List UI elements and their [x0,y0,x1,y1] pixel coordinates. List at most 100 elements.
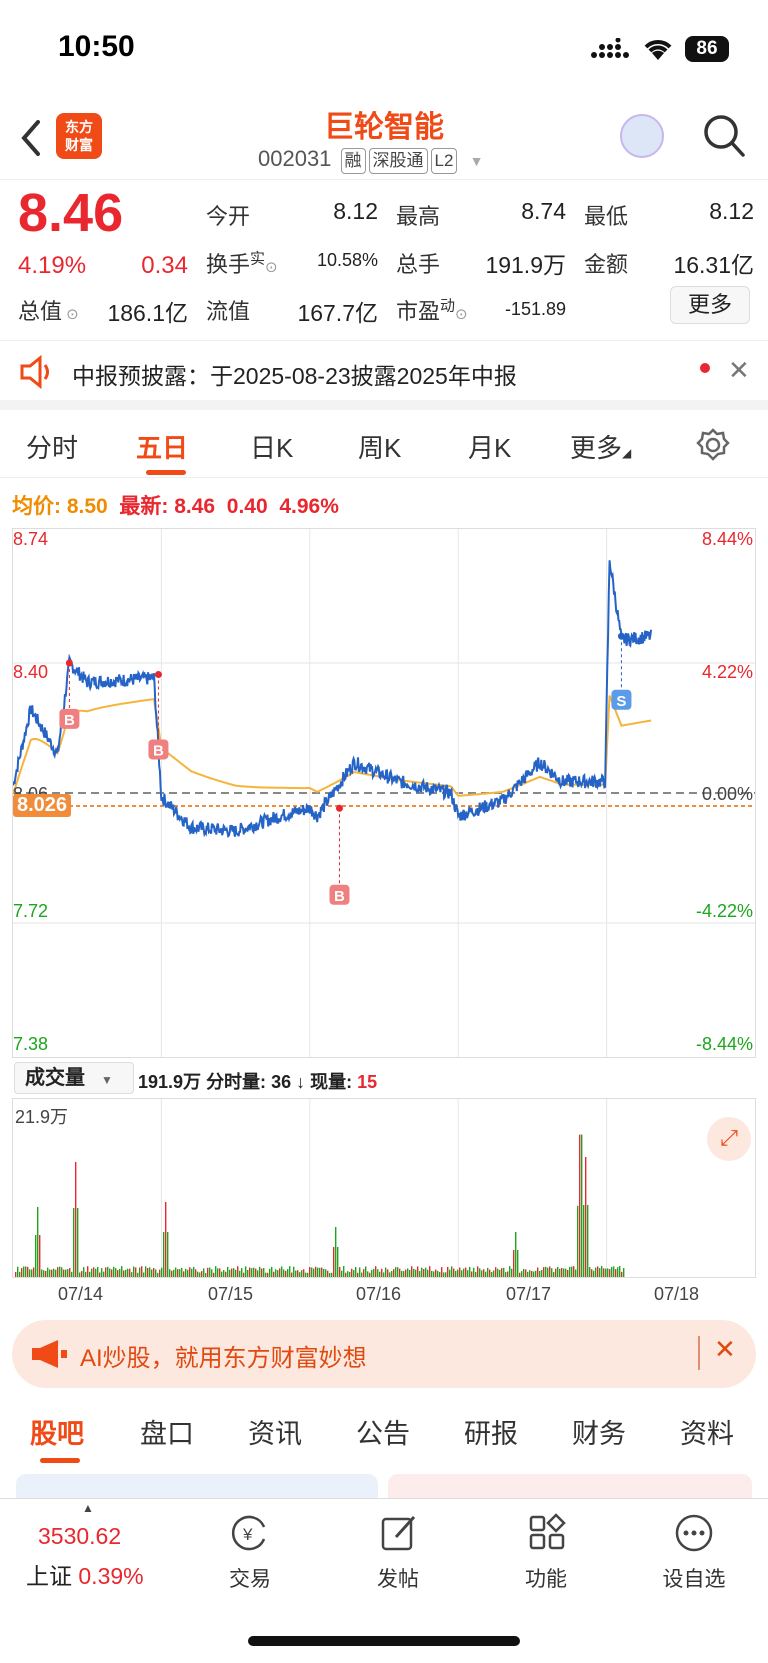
volume-bar [297,1270,299,1277]
tabbar-post[interactable]: 发帖 [348,1563,448,1593]
tab-announcements[interactable]: 公告 [356,1412,410,1451]
volume-bar [77,1208,79,1277]
volume-bar [595,1267,597,1277]
volume-bar [187,1269,189,1277]
robot-avatar-icon[interactable] [620,114,664,158]
price-chart[interactable]: BBBS 8.74 8.40 8.06 7.72 7.38 8.44% 4.22… [12,528,756,1058]
volume-info: 191.9万 分时量: 36 ↓ 现量: 15 [138,1072,378,1092]
trade-icon: ¥ [232,1515,266,1551]
volume-bar [583,1205,585,1277]
volume-bar [429,1266,431,1277]
tabbar-add-watchlist[interactable]: 设自选 [644,1563,744,1593]
volume-bar [279,1268,281,1277]
volume-bar [167,1232,169,1277]
volume-bar [497,1268,499,1277]
tab-pankou[interactable]: 盘口 [140,1412,194,1451]
volume-bar [541,1269,543,1277]
battery-indicator: 86 [685,36,729,62]
megaphone-icon [32,1340,67,1368]
ai-banner[interactable]: AI炒股，就用东方财富妙想 ✕ [12,1320,756,1388]
volume-bar [75,1162,77,1277]
volume-bar [393,1269,395,1277]
volume-bar [447,1266,449,1277]
settings-gear-icon[interactable] [696,428,730,462]
volume-bar [465,1267,467,1277]
index-value[interactable]: 3530.62 [38,1523,121,1550]
volume-bar [131,1272,133,1277]
tab-weekly-k[interactable]: 周K [358,428,401,465]
volume-bar [503,1267,505,1277]
tab-finance[interactable]: 财务 [572,1412,626,1451]
tab-intraday[interactable]: 分时 [26,428,78,465]
more-button[interactable]: 更多 [670,286,750,324]
volume-value: 191.9万 [485,252,566,278]
volume-bar [231,1268,233,1277]
volume-bar [221,1271,223,1277]
tab-five-day[interactable]: 五日 [136,428,188,465]
x-label-1: 07/14 [58,1284,104,1304]
tab-profile[interactable]: 资料 [680,1412,734,1451]
volume-bar [367,1271,369,1277]
volume-chart[interactable]: 21.9万 ⤢ [12,1098,756,1278]
volume-bar [149,1267,151,1277]
tab-research[interactable]: 研报 [464,1412,518,1451]
expand-icon[interactable]: ⤢ [707,1117,751,1161]
tab-news[interactable]: 资讯 [248,1412,302,1451]
volume-bar [55,1269,57,1277]
volume-bar [175,1267,177,1277]
tabbar-functions[interactable]: 功能 [496,1563,596,1593]
stock-code-row[interactable]: 002031 融深股通 L2 ▼ [258,146,483,174]
volume-bar [233,1268,235,1277]
volume-bar [553,1272,555,1277]
volume-bar [129,1268,131,1277]
volume-bar [511,1268,513,1277]
volume-bar [43,1270,45,1277]
volume-bar [239,1270,241,1277]
volume-bar [615,1269,617,1277]
dropdown-icon: ▼ [469,153,484,169]
tab-monthly-k[interactable]: 月K [468,428,511,465]
banner-close-icon[interactable]: ✕ [714,1334,736,1365]
index-quote[interactable]: 上证 0.39% [26,1557,144,1591]
volume-bar [241,1268,243,1277]
volume-bar [303,1269,305,1277]
volume-bar [561,1268,563,1277]
volume-bar [385,1267,387,1277]
volume-bar [481,1270,483,1277]
tabbar-trade[interactable]: 交易 [200,1563,300,1593]
volume-bar [267,1272,269,1277]
volume-bar [165,1202,167,1277]
volume-bar [509,1266,511,1277]
close-icon[interactable]: ✕ [728,355,750,386]
volume-bar [203,1268,205,1277]
volume-bar [329,1272,331,1277]
svg-text:¥: ¥ [242,1525,253,1544]
volume-bar [531,1271,533,1277]
volume-bar [331,1272,333,1277]
volume-bar [545,1266,547,1277]
volume-bar [153,1268,155,1277]
search-icon[interactable] [702,113,746,159]
volume-bar [371,1269,373,1277]
volume-bar [39,1235,41,1277]
volume-bar [527,1271,529,1277]
volume-bar [81,1271,83,1277]
tab-daily-k[interactable]: 日K [250,428,293,465]
volume-bar [243,1272,245,1277]
tab-guba[interactable]: 股吧 [30,1412,84,1451]
level2-tag: L2 [430,148,458,174]
volume-bar [261,1268,263,1277]
volume-bar [417,1266,419,1277]
status-bar: 10:50 86 [0,0,768,95]
volume-bar [437,1270,439,1277]
tab-more[interactable]: 更多◢ [570,428,631,465]
volume-bar [139,1267,141,1277]
indicator-selector[interactable]: 成交量 ▼ [14,1062,134,1094]
home-indicator [248,1636,520,1646]
volume-bar [95,1268,97,1277]
volume-bar [529,1270,531,1277]
notice-bar[interactable]: 中报预披露：于2025-08-23披露2025年中报 ✕ [0,340,768,410]
volume-bar [53,1268,55,1277]
price-chart-svg: B B B S [13,529,755,1057]
volume-bar [109,1268,111,1277]
